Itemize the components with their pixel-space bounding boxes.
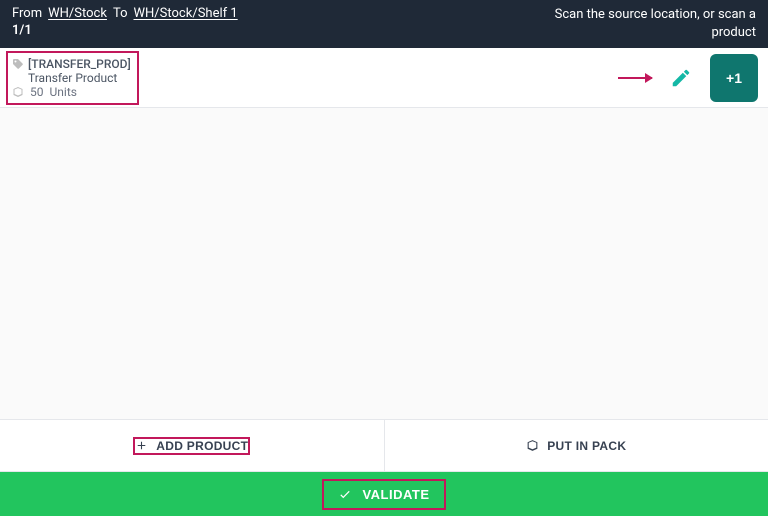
put-in-pack-label: PUT IN PACK <box>547 439 626 453</box>
footer-actions: ADD PRODUCT PUT IN PACK <box>0 420 768 472</box>
row-actions: +1 <box>618 54 758 102</box>
tag-icon <box>12 58 24 70</box>
product-code: [TRANSFER_PROD] <box>28 57 131 71</box>
package-icon <box>526 439 539 452</box>
product-qty: 50 <box>30 85 44 99</box>
put-in-pack-area: PUT IN PACK <box>384 420 768 471</box>
transfer-header: From WH/Stock To WH/Stock/Shelf 1 1/1 Sc… <box>0 0 768 48</box>
validate-label: VALIDATE <box>362 487 429 502</box>
from-label: From <box>12 6 42 21</box>
product-row[interactable]: [TRANSFER_PROD] Transfer Product 50 Unit… <box>0 48 768 108</box>
increment-button[interactable]: +1 <box>710 54 758 102</box>
product-name: Transfer Product <box>12 71 131 85</box>
validate-button[interactable]: VALIDATE <box>322 479 445 510</box>
header-left: From WH/Stock To WH/Stock/Shelf 1 1/1 <box>12 6 238 38</box>
validate-bar: VALIDATE <box>0 472 768 516</box>
product-uom: Units <box>50 85 77 99</box>
scroll-area[interactable]: [TRANSFER_PROD] Transfer Product 50 Unit… <box>0 48 768 419</box>
scan-hint-line1: Scan the source location, or scan a <box>555 6 756 24</box>
add-product-button[interactable]: ADD PRODUCT <box>133 437 250 455</box>
product-card: [TRANSFER_PROD] Transfer Product 50 Unit… <box>6 51 139 105</box>
content-area: [TRANSFER_PROD] Transfer Product 50 Unit… <box>0 48 768 420</box>
route-line: From WH/Stock To WH/Stock/Shelf 1 <box>12 6 238 21</box>
annotation-arrow <box>618 77 652 79</box>
plus-icon <box>135 439 148 452</box>
edit-icon[interactable] <box>670 67 692 89</box>
progress-counter: 1/1 <box>12 23 238 38</box>
from-location[interactable]: WH/Stock <box>48 6 107 21</box>
scan-hint-line2: product <box>555 24 756 42</box>
box-icon <box>12 86 24 98</box>
put-in-pack-button[interactable]: PUT IN PACK <box>510 429 642 463</box>
to-location[interactable]: WH/Stock/Shelf 1 <box>134 6 238 21</box>
check-icon <box>338 487 352 501</box>
add-product-area: ADD PRODUCT <box>0 420 384 471</box>
scan-hint: Scan the source location, or scan a prod… <box>555 6 756 41</box>
add-product-label: ADD PRODUCT <box>156 439 248 453</box>
to-label: To <box>113 6 128 21</box>
